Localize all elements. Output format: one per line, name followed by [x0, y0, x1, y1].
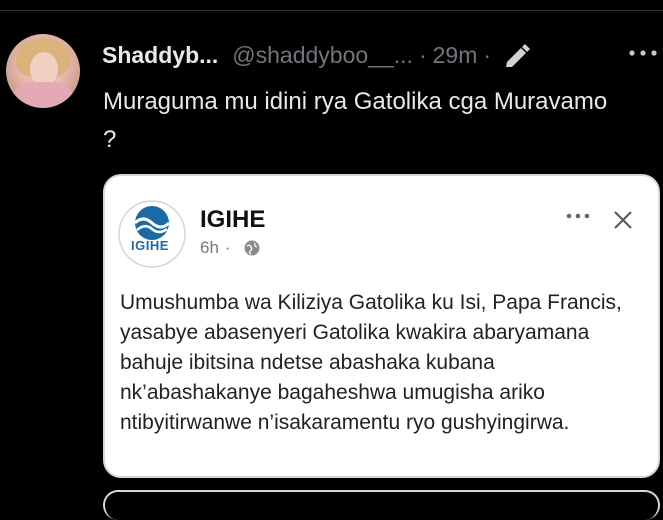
- card-more-icon: [566, 213, 590, 219]
- post-text: Muraguma mu idini rya Gatolika cga Murav…: [103, 88, 608, 153]
- more-options-icon[interactable]: [626, 40, 660, 66]
- separator-dot: ·: [418, 41, 427, 68]
- igihe-logo-icon: [118, 200, 186, 268]
- avatar-face: [30, 52, 58, 86]
- post-time[interactable]: 29m: [433, 42, 478, 69]
- card-separator: ·: [224, 238, 231, 257]
- logo-text: IGIHE: [131, 238, 169, 253]
- card-close-icon: [614, 211, 632, 229]
- embedded-image-card[interactable]: IGIHE IGIHE 6h · Umushumba wa Kiliziya G…: [103, 174, 660, 478]
- user-handle[interactable]: @shaddyboo__...: [232, 42, 413, 69]
- card-body-text: Umushumba wa Kiliziya Gatolika ku Isi, P…: [120, 291, 622, 434]
- display-name[interactable]: Shaddyb...: [102, 42, 218, 69]
- card-meta: 6h ·: [200, 238, 261, 258]
- top-divider: [0, 10, 663, 11]
- card-source-name: IGIHE: [200, 206, 266, 233]
- avatar-body: [12, 82, 74, 108]
- card-age: 6h: [200, 238, 219, 257]
- separator-dot-2: ·: [483, 41, 492, 68]
- avatar[interactable]: [6, 34, 80, 108]
- next-card-edge: [103, 490, 660, 520]
- edit-icon[interactable]: [503, 42, 533, 68]
- globe-icon: [244, 240, 260, 256]
- post-header: Shaddyb... @shaddyboo__... · 29m ·: [102, 40, 533, 70]
